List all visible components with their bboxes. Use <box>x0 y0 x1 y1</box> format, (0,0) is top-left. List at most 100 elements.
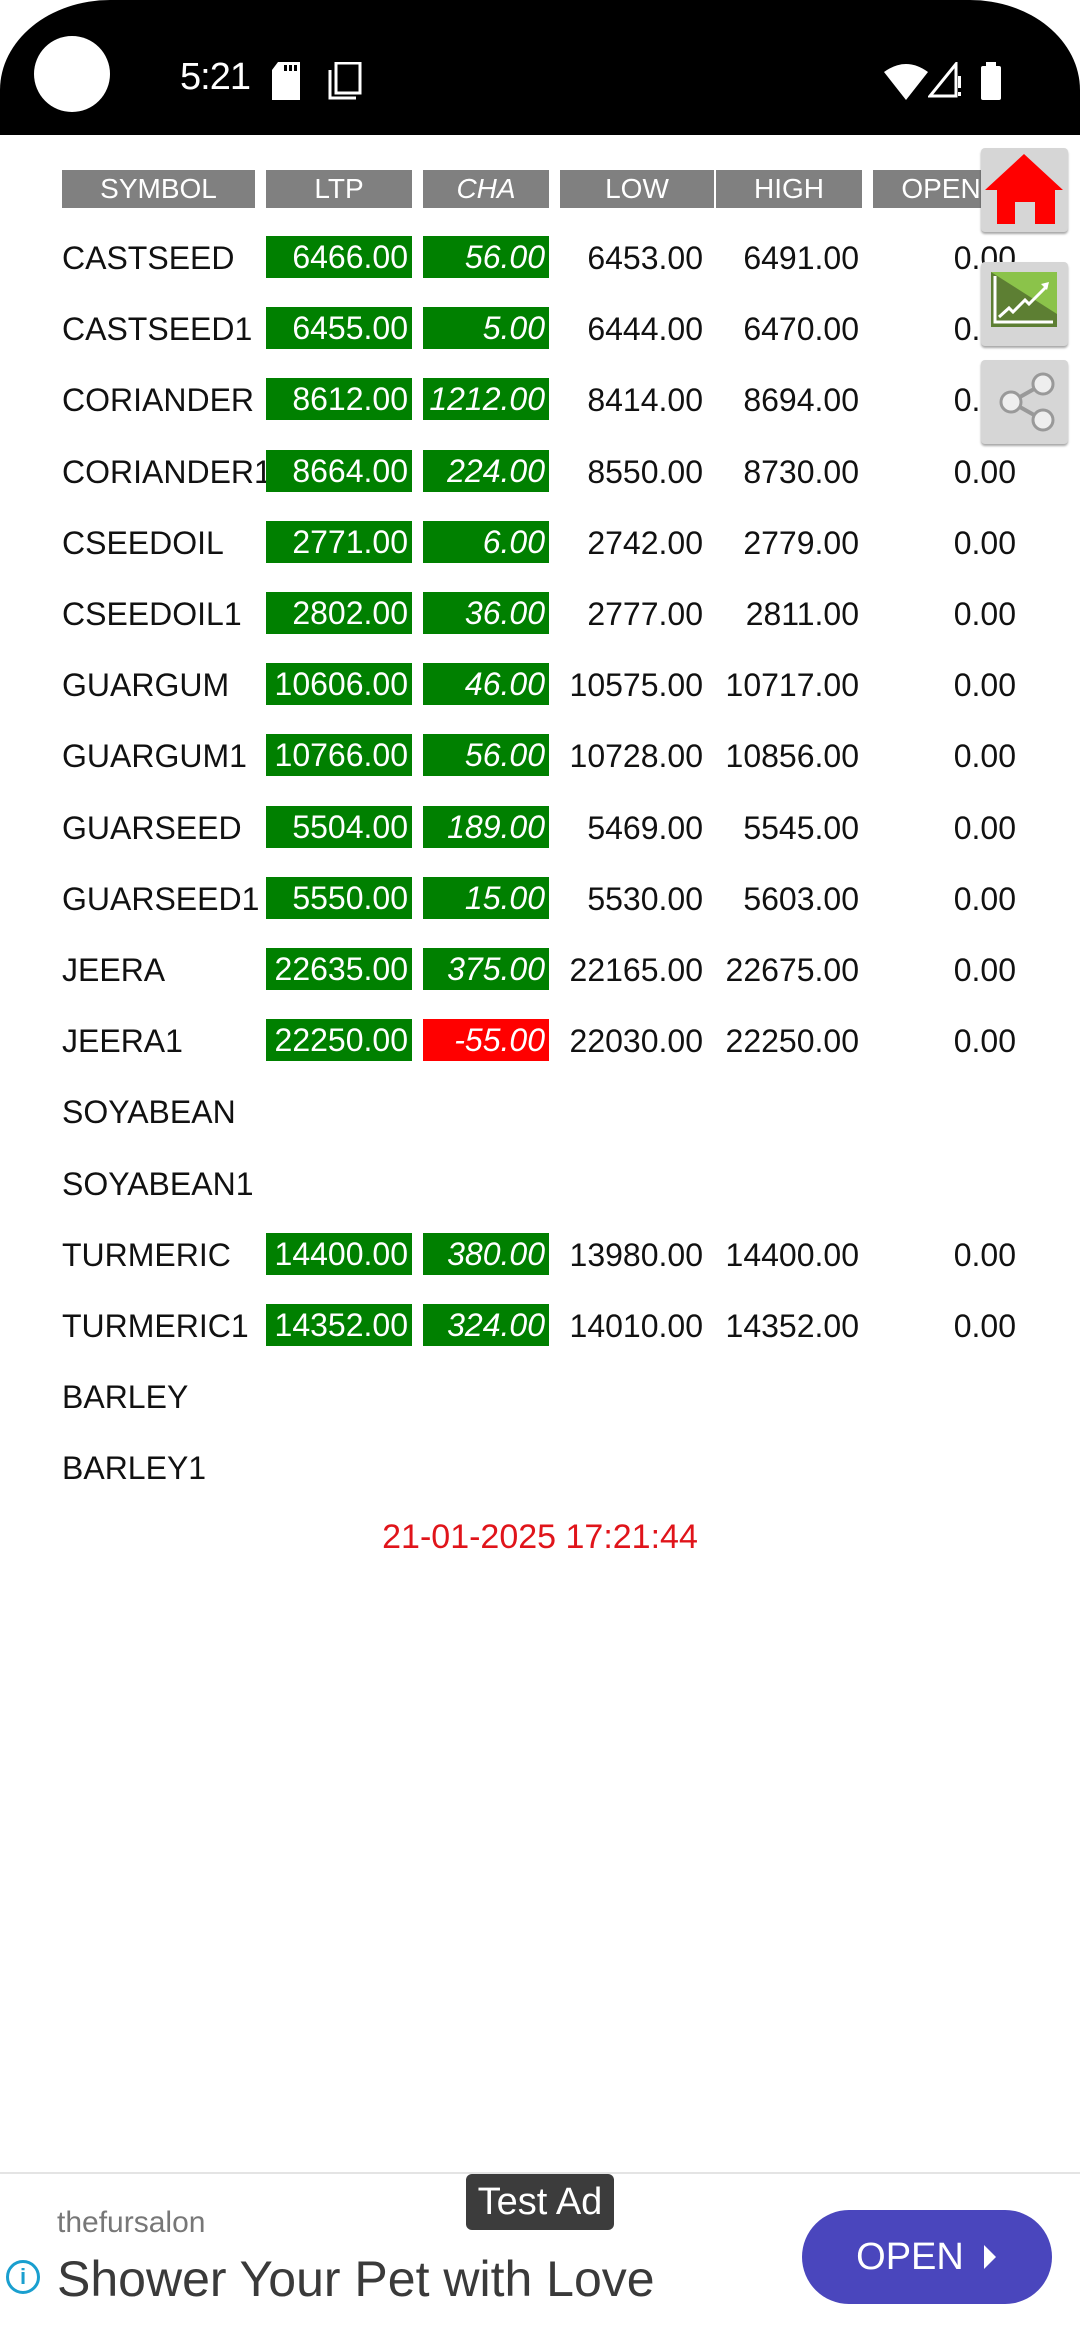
low-cell: 8414.00 <box>587 382 703 418</box>
symbol-cell: JEERA <box>62 952 166 988</box>
table-row[interactable]: GUARGUM 10606.00 46.00 10575.00 10717.00 0.00 <box>0 661 1080 709</box>
table-row[interactable]: JEERA 22635.00 375.00 22165.00 22675.00 0.00 <box>0 946 1080 994</box>
symbol-cell: CORIANDER1 <box>62 454 272 490</box>
column-header-cha[interactable]: CHA <box>423 170 549 208</box>
table-row[interactable]: CORIANDER1 8664.00 224.00 8550.00 8730.00 0.0… <box>0 448 1080 496</box>
change-cell: 5.00 <box>423 307 549 349</box>
high-cell: 10717.00 <box>725 667 859 703</box>
high-cell: 8730.00 <box>743 454 859 490</box>
ad-open-button[interactable]: OPEN <box>802 2210 1052 2304</box>
ad-headline[interactable]: Shower Your Pet with Love <box>57 2250 655 2308</box>
ltp-cell: 2771.00 <box>266 521 412 563</box>
low-cell: 8550.00 <box>587 454 703 490</box>
ad-open-label: OPEN <box>856 2235 964 2278</box>
low-cell: 6453.00 <box>587 240 703 276</box>
high-cell: 10856.00 <box>725 738 859 774</box>
table-row[interactable]: GUARSEED 5504.00 189.00 5469.00 5545.00 0.00 <box>0 804 1080 852</box>
high-cell: 2779.00 <box>743 525 859 561</box>
chart-button[interactable] <box>981 262 1068 346</box>
low-cell: 22030.00 <box>569 1023 703 1059</box>
open-cell: 0.00 <box>953 525 1016 561</box>
chevron-right-icon <box>983 2245 996 2269</box>
change-cell: 15.00 <box>423 877 549 919</box>
sd-card-icon <box>272 62 300 100</box>
high-cell: 5545.00 <box>743 810 859 846</box>
table-row[interactable]: CSEEDOIL1 2802.00 36.00 2777.00 2811.00 0.00 <box>0 590 1080 638</box>
column-header-ltp[interactable]: LTP <box>266 170 412 208</box>
share-button[interactable] <box>981 360 1068 444</box>
table-row[interactable]: GUARGUM1 10766.00 56.00 10728.00 10856.00 0.0… <box>0 732 1080 780</box>
battery-icon <box>981 62 1001 100</box>
ltp-cell: 14352.00 <box>266 1304 412 1346</box>
high-cell: 22675.00 <box>725 952 859 988</box>
table-row[interactable]: BARLEY <box>0 1373 1080 1421</box>
info-icon[interactable]: i <box>6 2260 40 2294</box>
table-row[interactable]: CORIANDER8612.001212.008414.008694.000.0… <box>0 376 1080 424</box>
ltp-cell: 14400.00 <box>266 1233 412 1275</box>
open-cell: 0.00 <box>953 596 1016 632</box>
status-time: 5:21 <box>180 56 251 98</box>
share-icon <box>999 372 1055 432</box>
table-row[interactable]: TURMERIC1 14352.00 324.00 14010.00 14352.00 0… <box>0 1302 1080 1350</box>
symbol-cell: GUARGUM1 <box>62 738 247 774</box>
table-row[interactable]: BARLEY1 <box>0 1444 1080 1492</box>
change-cell: 46.00 <box>423 663 549 705</box>
symbol-cell: CASTSEED1 <box>62 311 253 347</box>
open-cell: 0.00 <box>953 1308 1016 1344</box>
ltp-cell: 22250.00 <box>266 1019 412 1061</box>
open-cell: 0.00 <box>953 810 1016 846</box>
symbol-cell: SOYABEAN1 <box>62 1166 254 1202</box>
ltp-cell: 8664.00 <box>266 450 412 492</box>
ltp-cell: 6455.00 <box>266 307 412 349</box>
low-cell: 22165.00 <box>569 952 703 988</box>
column-header-low[interactable]: LOW <box>560 170 714 208</box>
change-cell: -55.00 <box>423 1019 549 1061</box>
open-cell: 0.00 <box>953 1023 1016 1059</box>
change-cell: 56.00 <box>423 236 549 278</box>
ltp-cell: 5550.00 <box>266 877 412 919</box>
ad-advertiser: thefursalon <box>57 2206 206 2239</box>
table-row[interactable]: SOYABEAN <box>0 1088 1080 1136</box>
table-row[interactable]: CSEEDOIL 2771.00 6.00 2742.00 2779.00 0.00 <box>0 519 1080 567</box>
low-cell: 10575.00 <box>569 667 703 703</box>
change-cell: 36.00 <box>423 592 549 634</box>
open-cell: 0.00 <box>953 1237 1016 1273</box>
symbol-cell: GUARSEED1 <box>62 881 260 917</box>
open-cell: 0.00 <box>953 952 1016 988</box>
table-row[interactable]: JEERA1 22250.00 -55.00 22030.00 22250.00 0.00 <box>0 1017 1080 1065</box>
camera-cutout <box>34 36 110 112</box>
table-row[interactable]: CASTSEED16455.005.006444.006470.000.00 <box>0 305 1080 353</box>
ltp-cell: 10766.00 <box>266 734 412 776</box>
ltp-cell: 5504.00 <box>266 806 412 848</box>
ltp-cell: 6466.00 <box>266 236 412 278</box>
symbol-cell: TURMERIC1 <box>62 1308 249 1344</box>
change-cell: 375.00 <box>423 948 549 990</box>
open-cell: 0.00 <box>953 881 1016 917</box>
high-cell: 14352.00 <box>725 1308 859 1344</box>
table-row[interactable]: GUARSEED1 5550.00 15.00 5530.00 5603.00 0.00 <box>0 875 1080 923</box>
high-cell: 22250.00 <box>725 1023 859 1059</box>
home-button[interactable] <box>981 148 1068 232</box>
change-cell: 189.00 <box>423 806 549 848</box>
low-cell: 5469.00 <box>587 810 703 846</box>
open-cell: 0.00 <box>953 738 1016 774</box>
low-cell: 13980.00 <box>569 1237 703 1273</box>
ltp-cell: 2802.00 <box>266 592 412 634</box>
column-header-symbol[interactable]: SYMBOL <box>62 170 255 208</box>
ltp-cell: 8612.00 <box>266 378 412 420</box>
status-bar: 5:21 <box>0 0 1080 135</box>
symbol-cell: BARLEY <box>62 1379 189 1415</box>
high-cell: 2811.00 <box>745 596 859 632</box>
symbol-cell: BARLEY1 <box>62 1450 207 1486</box>
open-cell: 0.00 <box>953 454 1016 490</box>
screenshot-icon <box>328 62 362 100</box>
table-row[interactable]: TURMERIC 14400.00 380.00 13980.00 14400.00 0.… <box>0 1231 1080 1279</box>
low-cell: 2777.00 <box>587 596 703 632</box>
symbol-cell: GUARSEED <box>62 810 242 846</box>
table-row[interactable]: CASTSEED 6466.00 56.00 6453.00 6491.00 0.00 <box>0 234 1080 282</box>
change-cell: 324.00 <box>423 1304 549 1346</box>
table-row[interactable]: SOYABEAN1 <box>0 1160 1080 1208</box>
high-cell: 14400.00 <box>725 1237 859 1273</box>
column-header-high[interactable]: HIGH <box>716 170 862 208</box>
test-ad-badge: Test Ad <box>466 2174 614 2230</box>
